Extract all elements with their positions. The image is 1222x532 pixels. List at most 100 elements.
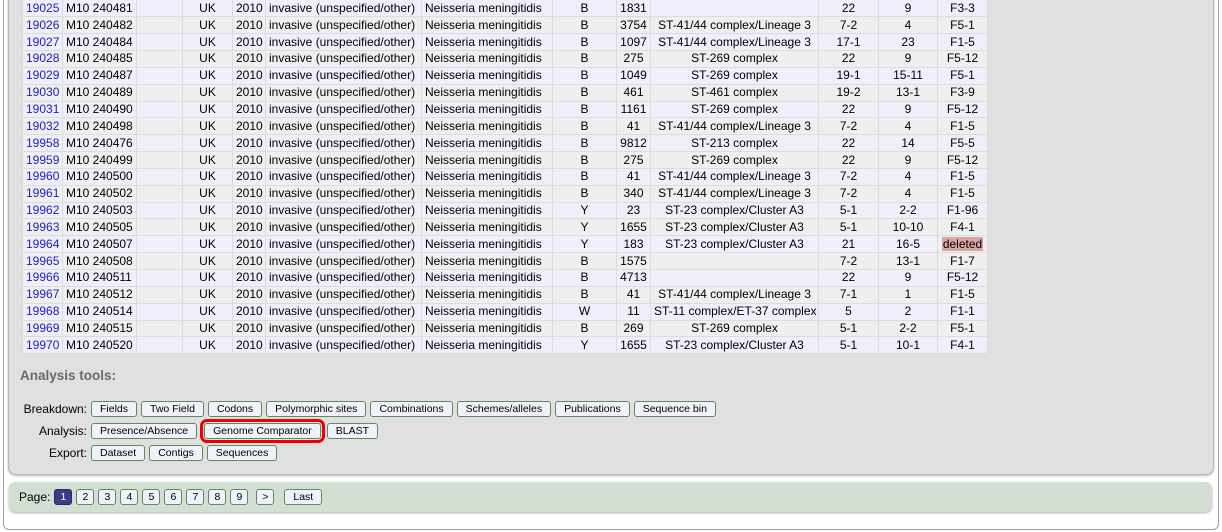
cell-country: UK (182, 134, 233, 153)
cell-isolate-id[interactable]: 19025 (22, 0, 63, 18)
cell-year: 2010 (232, 168, 266, 186)
cell-isolate-id[interactable]: 19029 (22, 67, 63, 85)
cell-isolate-id[interactable]: 19961 (22, 185, 63, 203)
page-1-button[interactable]: 1 (54, 489, 73, 505)
isolate-id-link[interactable]: 19031 (26, 102, 59, 116)
isolate-id-link[interactable]: 19970 (26, 338, 59, 352)
isolate-id-link[interactable]: 19964 (26, 237, 59, 251)
cell-isolate-id[interactable]: 19028 (22, 50, 63, 68)
cell-st: 41 (616, 286, 651, 304)
isolate-id-link[interactable]: 19027 (26, 35, 59, 49)
breakdown-polymorphic-sites-button[interactable]: Polymorphic sites (266, 401, 367, 417)
breakdown-combinations-button[interactable]: Combinations (370, 401, 453, 417)
export-contigs-button[interactable]: Contigs (149, 445, 203, 461)
cell-st: 1655 (616, 218, 651, 237)
table-row: 19966 M10 240511 UK 2010 invasive (unspecifi… (22, 269, 988, 287)
cell-text: ST-461 complex (691, 85, 778, 100)
breakdown-codons-button[interactable]: Codons (207, 401, 263, 417)
cell-text: F5-12 (946, 270, 979, 285)
isolate-id-link[interactable]: 19958 (26, 136, 59, 150)
cell-text: B (580, 186, 589, 201)
cell-blank (136, 269, 183, 287)
isolate-id-link[interactable]: 19029 (26, 68, 59, 82)
isolate-id-link[interactable]: 19032 (26, 119, 59, 133)
cell-isolate-id[interactable]: 19959 (22, 151, 63, 169)
cell-year: 2010 (232, 320, 266, 338)
cell-st: 23 (616, 202, 651, 220)
page-5-button[interactable]: 5 (142, 489, 161, 505)
cell-feta-vr: F3-3 (937, 0, 988, 18)
breakdown-fields-button[interactable]: Fields (91, 401, 138, 417)
analysis-blast-button[interactable]: BLAST (326, 423, 379, 439)
last-page-button[interactable]: Last (284, 489, 323, 505)
cell-blank (136, 303, 183, 321)
page-4-button[interactable]: 4 (120, 489, 139, 505)
cell-text: ST-213 complex (691, 135, 778, 150)
breakdown-publications-button[interactable]: Publications (555, 401, 630, 417)
next-page-button[interactable]: > (256, 489, 275, 505)
cell-pora-vr2: 2 (878, 303, 938, 321)
cell-isolate-id[interactable]: 19964 (22, 235, 63, 254)
breakdown-schemes-alleles-button[interactable]: Schemes/alleles (456, 401, 552, 417)
cell-isolate-id[interactable]: 19967 (22, 286, 63, 304)
cell-text: 2 (904, 304, 912, 319)
cell-isolate-id[interactable]: 19026 (22, 16, 63, 35)
cell-species: Neisseria meningitidis (421, 134, 553, 153)
isolate-id-link[interactable]: 19969 (26, 321, 59, 335)
cell-text: Neisseria meningitidis (425, 219, 542, 234)
cell-year: 2010 (232, 269, 266, 287)
cell-text: F3-9 (950, 85, 975, 100)
cell-isolate-id[interactable]: 19030 (22, 84, 63, 102)
cell-text: F5-1 (950, 320, 975, 335)
cell-isolate-id[interactable]: 19032 (22, 117, 63, 136)
isolate-id-link[interactable]: 19963 (26, 220, 59, 234)
page-8-button[interactable]: 8 (208, 489, 227, 505)
cell-isolate-id[interactable]: 19969 (22, 320, 63, 338)
export-sequences-button[interactable]: Sequences (206, 445, 278, 461)
cell-isolate-id[interactable]: 19966 (22, 269, 63, 287)
isolate-id-link[interactable]: 19967 (26, 287, 59, 301)
isolate-id-link[interactable]: 19960 (26, 169, 59, 183)
cell-isolate-id[interactable]: 19965 (22, 252, 63, 270)
cell-isolate-id[interactable]: 19968 (22, 303, 63, 321)
isolate-id-link[interactable]: 19966 (26, 270, 59, 284)
cell-isolate-id[interactable]: 19958 (22, 134, 63, 153)
page-3-button[interactable]: 3 (98, 489, 117, 505)
cell-isolate-id[interactable]: 19027 (22, 33, 63, 52)
cell-species: Neisseria meningitidis (421, 303, 553, 321)
cell-country: UK (182, 151, 233, 169)
isolate-id-link[interactable]: 19025 (26, 1, 59, 15)
isolate-id-link[interactable]: 19028 (26, 51, 59, 65)
isolate-id-link[interactable]: 19959 (26, 153, 59, 167)
cell-isolate-id[interactable]: 19963 (22, 218, 63, 237)
cell-isolate-id[interactable]: 19962 (22, 202, 63, 220)
cell-text: 5-1 (839, 203, 858, 218)
page-7-button[interactable]: 7 (186, 489, 205, 505)
cell-clonal-complex: ST-269 complex (650, 320, 819, 338)
analysis-genome-comparator-button[interactable]: Genome Comparator (200, 419, 325, 443)
table-row: 19025 M10 240481 UK 2010 invasive (unspecifi… (22, 0, 988, 18)
isolate-id-link[interactable]: 19030 (26, 85, 59, 99)
cell-species: Neisseria meningitidis (421, 101, 553, 119)
isolate-id-link[interactable]: 19961 (26, 186, 59, 200)
cell-isolate-id[interactable]: 19970 (22, 336, 63, 355)
breakdown-sequence-bin-button[interactable]: Sequence bin (633, 401, 716, 417)
cell-text: 19-1 (836, 68, 861, 83)
cell-species: Neisseria meningitidis (421, 84, 553, 102)
page-2-button[interactable]: 2 (76, 489, 95, 505)
cell-text: UK (199, 287, 216, 302)
analysis-presence-absence-button[interactable]: Presence/Absence (91, 423, 198, 439)
cell-text: M10 240499 (66, 152, 133, 167)
isolate-id-link[interactable]: 19026 (26, 18, 59, 32)
isolate-id-link[interactable]: 19962 (26, 203, 59, 217)
cell-species: Neisseria meningitidis (421, 320, 553, 338)
page-9-button[interactable]: 9 (230, 489, 249, 505)
export-dataset-button[interactable]: Dataset (91, 445, 146, 461)
cell-clonal-complex: ST-41/44 complex/Lineage 3 (650, 117, 819, 136)
breakdown-two-field-button[interactable]: Two Field (141, 401, 204, 417)
isolate-id-link[interactable]: 19965 (26, 254, 59, 268)
cell-isolate-id[interactable]: 19960 (22, 168, 63, 186)
page-6-button[interactable]: 6 (164, 489, 183, 505)
cell-isolate-id[interactable]: 19031 (22, 101, 63, 119)
isolate-id-link[interactable]: 19968 (26, 304, 59, 318)
